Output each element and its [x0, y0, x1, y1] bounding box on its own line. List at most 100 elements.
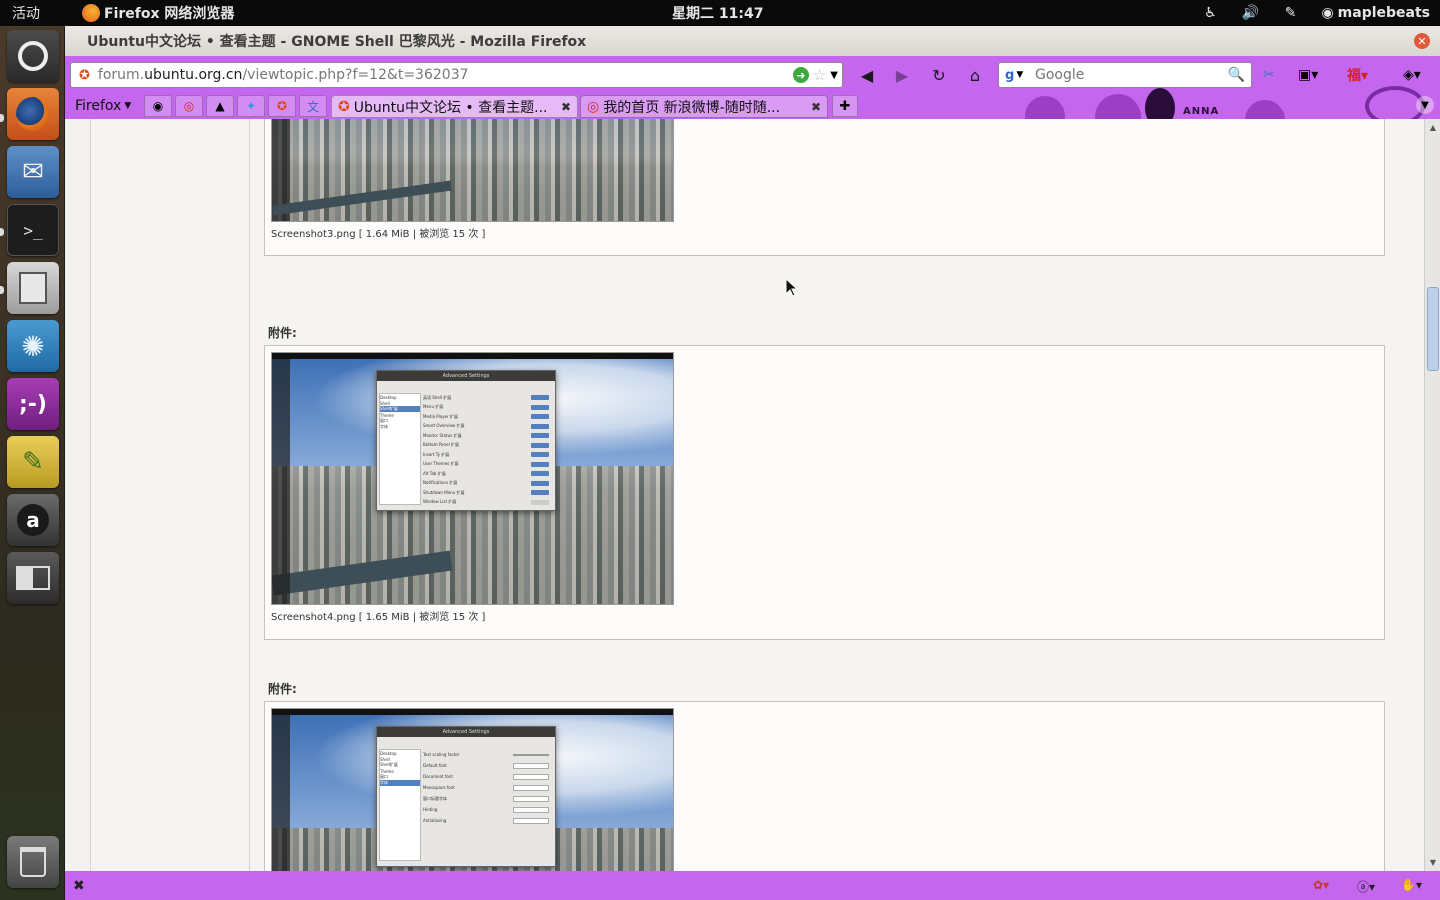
pinned-tab-translate[interactable]: 文	[299, 95, 327, 117]
translate-icon: 文	[306, 99, 319, 114]
user-status-icon: ◉	[1321, 5, 1334, 21]
window-close-button[interactable]: ✕	[1414, 33, 1430, 49]
tab-close-icon[interactable]: ✖	[811, 100, 821, 114]
scroll-down-icon[interactable]: ▼	[1427, 856, 1439, 868]
url-bar[interactable]: ✪ forum. ubuntu.org.cn/viewtopic.php?f=12…	[70, 62, 843, 88]
attachment-image[interactable]	[271, 119, 674, 222]
tab-close-icon[interactable]: ✖	[561, 100, 571, 114]
pinned-tab-weibo[interactable]: ◎	[175, 95, 203, 117]
go-arrow-icon[interactable]: ➜	[792, 67, 809, 83]
launcher-text-editor[interactable]: ✎	[7, 436, 59, 488]
thumb-row: Hinting	[423, 804, 551, 815]
amazon-icon: a	[17, 504, 49, 536]
scissors-icon[interactable]: ✂	[1263, 64, 1275, 86]
thumb-row-label: Insert Ty 扩展	[423, 451, 450, 457]
launcher-firefox[interactable]	[7, 88, 59, 140]
bookmark-star-icon[interactable]: ☆	[813, 66, 826, 84]
pinned-tab-ubuntu[interactable]: ✪	[268, 95, 296, 117]
clock[interactable]: 星期二 11:47	[672, 3, 763, 23]
ubuntu-favicon-icon: ✪	[338, 98, 350, 115]
extension-icon[interactable]: ◈▾	[1403, 64, 1421, 86]
thumb-row-label: 窗口标题字体	[423, 795, 447, 801]
launcher-ubuntu[interactable]	[7, 30, 59, 82]
launcher-workspaces[interactable]	[7, 552, 59, 604]
thumb-row-label: Bottom Panel 扩展	[423, 442, 460, 448]
attachment-box: Screenshot3.png [ 1.64 MiB | 被浏览 15 次 ]	[264, 119, 1385, 256]
site-identity-icon[interactable]: ✪	[79, 68, 90, 83]
url-host: ubuntu.org.cn	[144, 67, 243, 83]
pinned-tab-avatar[interactable]: ▲	[206, 95, 234, 117]
fu-extension-icon[interactable]: 福▾	[1347, 64, 1368, 86]
history-dropdown-icon[interactable]: ▼	[830, 70, 838, 81]
search-input[interactable]	[1035, 67, 1225, 83]
thumb-row-label: Default font	[423, 763, 447, 768]
pinned-tab-github[interactable]: ◉	[144, 95, 172, 117]
thumb-row-label: 英语 Shell 扩展	[423, 394, 452, 400]
thumb-toggle	[531, 471, 549, 477]
running-indicator	[0, 114, 4, 122]
pen-icon[interactable]: ✎	[1281, 4, 1299, 22]
thumb-toggle	[531, 442, 549, 448]
scroll-up-icon[interactable]: ▲	[1427, 121, 1439, 133]
pinned-tab-twitter[interactable]: ✦	[237, 95, 265, 117]
launcher-files[interactable]	[7, 262, 59, 314]
window-title: Ubuntu中文论坛 • 查看主题 - GNOME Shell 巴黎风光 - M…	[87, 34, 587, 50]
greasemonkey-icon[interactable]: ✋▾	[1401, 878, 1422, 892]
attachment-image[interactable]: Advanced Settings Desktop Shell Shell扩展 …	[271, 352, 674, 605]
firefox-menu-button[interactable]: Firefox ▼	[69, 95, 137, 117]
thumb-toggle	[531, 423, 549, 429]
scrollbar-thumb[interactable]	[1427, 287, 1439, 371]
fox-extension-icon[interactable]: ✿▾	[1313, 878, 1329, 892]
tab-list-button[interactable]: ▼	[1416, 96, 1434, 114]
app-menu[interactable]: Firefox 网络浏览器	[82, 3, 234, 23]
thumb-toggle	[531, 452, 549, 458]
addon-bar-close-icon[interactable]: ✖	[73, 878, 85, 894]
attachment-image[interactable]: Advanced Settings Desktop Shell Shell扩展 …	[271, 708, 674, 871]
tab-ubuntu-forum[interactable]: ✪ Ubuntu中文论坛 • 查看主题... ✖	[331, 95, 578, 118]
window-titlebar[interactable]: Ubuntu中文论坛 • 查看主题 - GNOME Shell 巴黎风光 - M…	[65, 26, 1440, 56]
launcher-trash[interactable]	[7, 836, 59, 888]
thumb-sidebar-item: 字体	[380, 780, 420, 786]
forward-button[interactable]: ▶	[890, 64, 914, 86]
activities-button[interactable]: 活动	[0, 3, 52, 23]
files-cabinet-icon	[19, 272, 47, 304]
search-icon[interactable]: 🔍	[1228, 67, 1245, 83]
launcher-shotwell[interactable]: ✺	[7, 320, 59, 372]
launcher-empathy[interactable]: ;-)	[7, 378, 59, 430]
vertical-scrollbar[interactable]: ▲ ▼	[1424, 119, 1440, 871]
new-tab-button[interactable]: ✚	[832, 95, 858, 117]
thumb-launcher	[272, 359, 290, 604]
tab-weibo[interactable]: ◎ 我的首页 新浪微博-随时随... ✖	[580, 95, 828, 118]
user-menu[interactable]: ◉ maplebeats	[1321, 5, 1430, 21]
reload-button[interactable]: ↻	[927, 64, 951, 86]
launcher-amazon[interactable]: a	[7, 494, 59, 546]
weibo-favicon-icon: ◎	[587, 98, 600, 115]
launcher-terminal[interactable]: >_	[7, 204, 59, 256]
chevron-down-icon: ▼	[1016, 70, 1024, 80]
thumb-dialog-sidebar: Desktop Shell Shell扩展 Theme 窗口 字体	[379, 749, 421, 861]
url-prefix: forum.	[97, 67, 145, 83]
home-button[interactable]: ⌂	[963, 64, 987, 86]
volume-icon[interactable]: 🔊	[1241, 4, 1259, 22]
thumb-row: 窗口标题字体	[423, 793, 551, 804]
firefox-small-icon	[82, 4, 100, 22]
navigation-toolbar: ✪ forum. ubuntu.org.cn/viewtopic.php?f=12…	[65, 56, 1440, 92]
mouse-cursor-icon	[786, 279, 798, 297]
bookmarks-menu-icon[interactable]: ▣▾	[1298, 64, 1318, 86]
firefox-menu-label: Firefox	[75, 98, 122, 114]
back-button[interactable]: ◀	[855, 64, 879, 86]
thumb-row: Monitor Status 扩展	[423, 431, 551, 441]
accessibility-icon[interactable]: ♿	[1201, 4, 1219, 22]
thumb-row-label: User Themes 扩展	[423, 461, 459, 467]
adblock-icon[interactable]: ⓐ▾	[1357, 878, 1375, 895]
thumb-toggle	[531, 480, 549, 486]
thumb-row-label: Monospace font	[423, 785, 455, 790]
thumb-dialog-sidebar: Desktop Shell Shell扩展 Theme 窗口 字体	[379, 393, 421, 505]
ubuntu-logo-icon	[18, 41, 48, 71]
search-engine-selector[interactable]: g ▼	[1005, 68, 1035, 83]
search-bar[interactable]: g ▼ 🔍	[998, 62, 1252, 88]
thumb-row: Text scaling factor	[423, 749, 551, 760]
thumb-combo	[513, 817, 549, 824]
thumb-font-settings-list: Text scaling factor Default font Documen…	[423, 749, 551, 862]
launcher-thunderbird[interactable]: ✉	[7, 146, 59, 198]
